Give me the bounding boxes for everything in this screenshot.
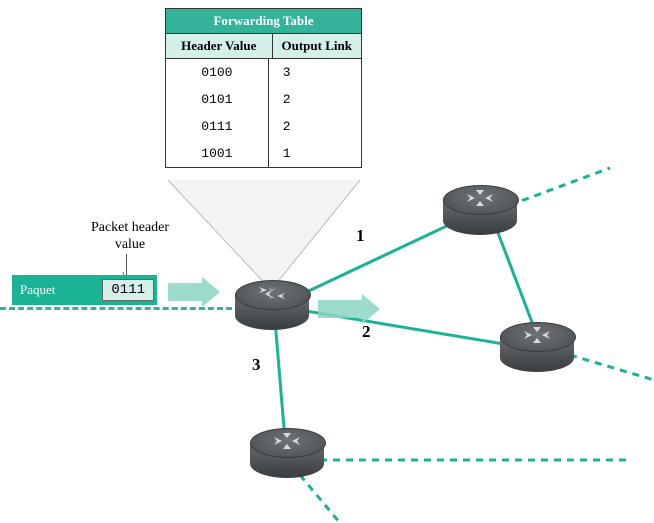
table-row: 0100 3 — [166, 59, 361, 86]
col-header-value: Header Value — [166, 34, 273, 58]
router-top-right-icon — [443, 185, 517, 235]
router-central-icon — [235, 280, 309, 330]
leader-line — [126, 254, 127, 276]
table-row: 1001 1 — [166, 140, 361, 167]
packet-caption: Packet header value — [80, 220, 180, 254]
col-output-link: Output Link — [273, 34, 362, 58]
link-label-2: 2 — [362, 322, 371, 342]
link-label-1: 1 — [356, 226, 365, 246]
router-right-icon — [500, 322, 574, 372]
arrow-forward-icon — [318, 300, 366, 318]
router-bottom-icon — [250, 428, 324, 478]
packet-label: Paquet — [12, 282, 99, 298]
packet: Paquet 0111 — [12, 275, 157, 305]
incoming-dashed-line — [0, 307, 232, 310]
table-row: 0111 2 — [166, 113, 361, 140]
packet-header-value: 0111 — [102, 279, 154, 301]
link-label-3: 3 — [252, 355, 261, 375]
forwarding-table: Forwarding Table Header Value Output Lin… — [165, 8, 362, 168]
arrow-incoming-icon — [168, 283, 206, 301]
table-row: 0101 2 — [166, 86, 361, 113]
table-title: Forwarding Table — [166, 9, 361, 33]
